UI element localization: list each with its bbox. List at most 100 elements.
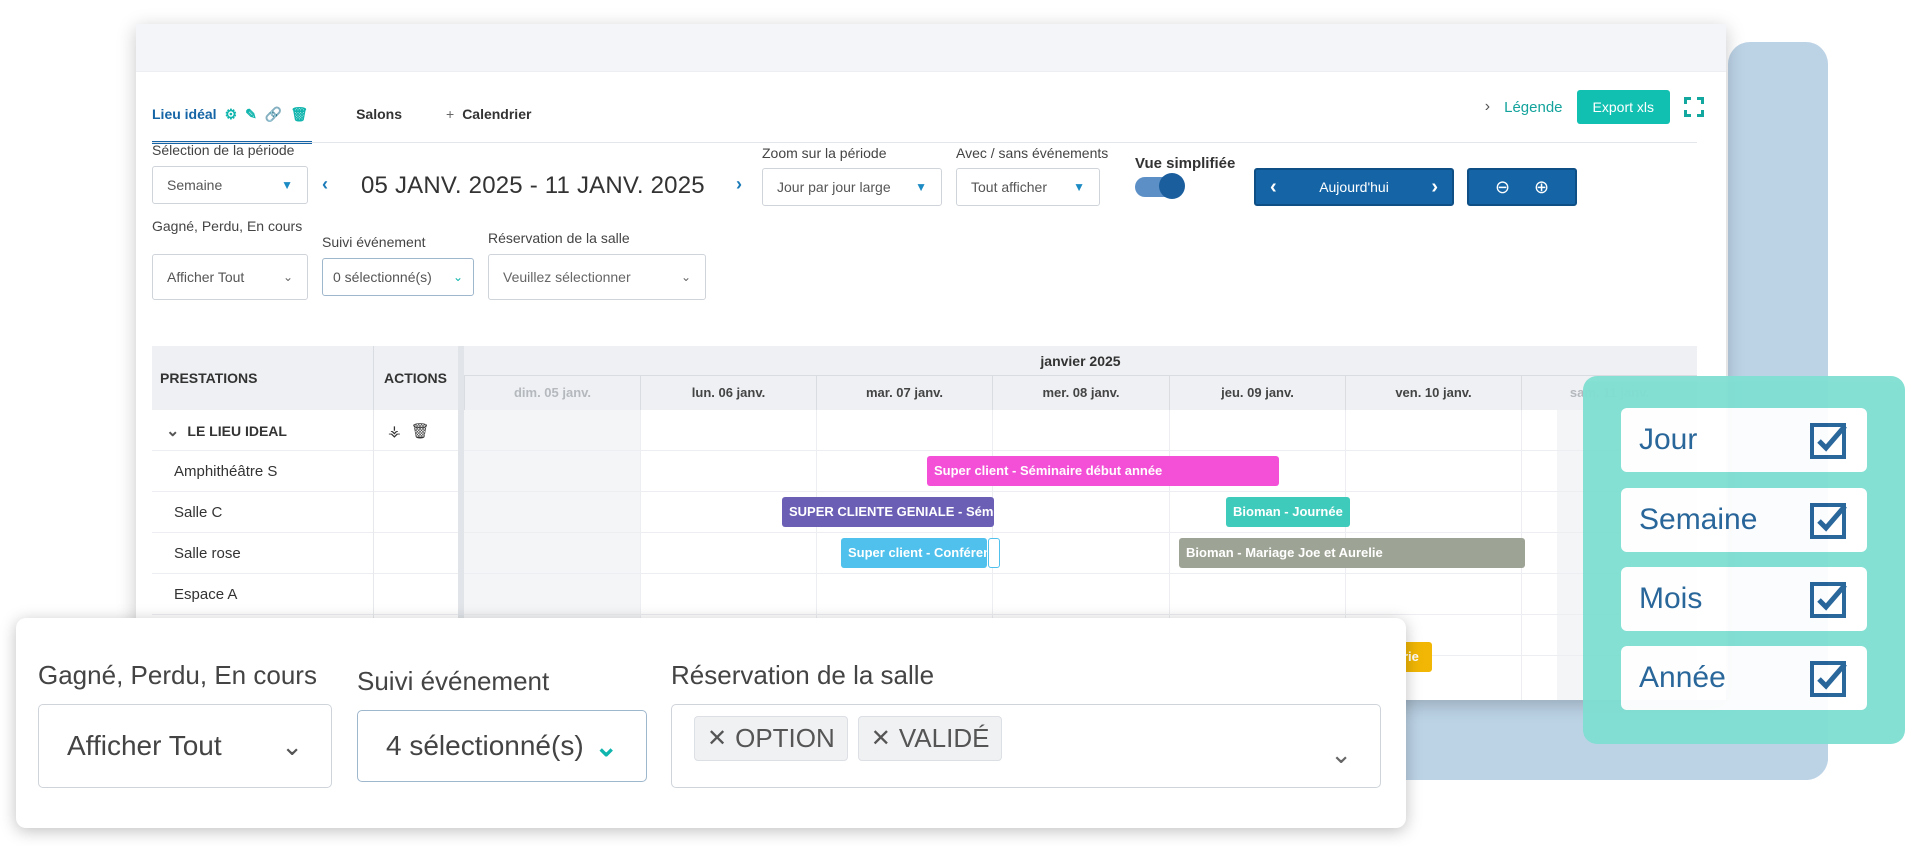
- view-option-annee[interactable]: Année: [1621, 646, 1867, 710]
- status-label: Gagné, Perdu, En cours: [152, 218, 303, 234]
- zoom-buttons: ⊖ ⊕: [1467, 168, 1577, 206]
- view-option-semaine[interactable]: Semaine: [1621, 488, 1867, 552]
- chevron-down-icon: ⌄: [680, 270, 691, 284]
- events-value: Tout afficher: [971, 179, 1048, 195]
- chevron-right-icon[interactable]: ›: [1431, 176, 1438, 199]
- event-bar[interactable]: Bioman - Journée: [1226, 497, 1350, 527]
- day-header: ven. 10 janv.: [1345, 376, 1521, 410]
- group-name: ⌄ LE LIEU IDEAL: [152, 410, 374, 451]
- toolbar-right: › Légende Export xls: [1485, 90, 1704, 124]
- option-label: Jour: [1639, 423, 1698, 456]
- option-label: Année: [1639, 661, 1726, 694]
- room-name: Salle C: [152, 492, 374, 533]
- chevron-down-icon: ⌄: [594, 730, 618, 762]
- followup-value: 4 sélectionné(s): [386, 730, 584, 761]
- followup-label: Suivi événement: [322, 234, 426, 250]
- view-option-mois[interactable]: Mois: [1621, 567, 1867, 631]
- link-icon[interactable]: 🔗: [265, 106, 282, 123]
- chip-label: VALIDÉ: [898, 722, 990, 753]
- zoom-in-icon[interactable]: ⊕: [1534, 177, 1549, 198]
- status-select[interactable]: Afficher Tout ⌄: [152, 254, 308, 300]
- tab-label: Salons: [356, 106, 402, 122]
- day-header: dim. 05 janv.: [464, 376, 640, 410]
- view-option-jour[interactable]: Jour: [1621, 408, 1867, 472]
- row-actions: [374, 533, 464, 574]
- status-select[interactable]: Afficher Tout ⌄: [38, 704, 332, 788]
- tab-salons[interactable]: Salons: [356, 84, 402, 144]
- tab-calendrier[interactable]: + Calendrier: [446, 84, 531, 144]
- day-header: lun. 06 janv.: [640, 376, 816, 410]
- next-period-arrow[interactable]: ›: [736, 174, 742, 195]
- option-label: Semaine: [1639, 503, 1758, 536]
- booking-select[interactable]: ✕ OPTION ✕ VALIDÉ ⌄: [671, 704, 1381, 788]
- status-label: Gagné, Perdu, En cours: [38, 660, 317, 690]
- chevron-down-icon[interactable]: ⌄: [166, 421, 179, 441]
- period-value: Semaine: [167, 177, 223, 193]
- window-topbar: [136, 24, 1726, 72]
- toggle-knob: [1159, 173, 1185, 199]
- zoom-select[interactable]: Jour par jour large ▼: [762, 168, 942, 206]
- close-icon[interactable]: ✕: [707, 724, 727, 753]
- legend-link[interactable]: Légende: [1504, 99, 1562, 116]
- group-actions: ⚶ 🗑: [374, 410, 464, 451]
- followup-select[interactable]: 4 sélectionné(s) ⌄: [357, 710, 647, 782]
- event-bar-small[interactable]: [988, 538, 1000, 568]
- period-title: 05 JANV. 2025 - 11 JANV. 2025: [361, 172, 705, 199]
- group-label: LE LIEU IDEAL: [187, 422, 287, 439]
- table-row[interactable]: Espace A: [152, 574, 1697, 615]
- day-header: jeu. 09 janv.: [1169, 376, 1345, 410]
- booking-select[interactable]: Veuillez sélectionner ⌄: [488, 254, 706, 300]
- day-header: mar. 07 janv.: [816, 376, 992, 410]
- checkbox-checked-icon[interactable]: [1809, 579, 1849, 619]
- fullscreen-icon[interactable]: [1684, 97, 1704, 117]
- events-label: Avec / sans événements: [956, 145, 1109, 161]
- close-icon[interactable]: ✕: [871, 724, 891, 753]
- tab-label: Calendrier: [462, 106, 532, 122]
- export-xls-button[interactable]: Export xls: [1576, 90, 1670, 124]
- row-actions: [374, 574, 464, 615]
- actions-header: ACTIONS: [374, 346, 464, 410]
- checkbox-checked-icon[interactable]: [1809, 420, 1849, 460]
- row-actions: [374, 451, 464, 492]
- group-row[interactable]: ⌄ LE LIEU IDEAL ⚶ 🗑: [152, 410, 1697, 451]
- chevron-left-icon[interactable]: ‹: [1270, 176, 1277, 199]
- tab-lieu-ideal[interactable]: Lieu idéal ⚙ ✎ 🔗 🗑: [152, 84, 313, 144]
- followup-value: 0 sélectionné(s): [333, 269, 432, 285]
- gear-icon[interactable]: ⚙: [225, 106, 238, 123]
- event-bar[interactable]: Super client - Conférence: [841, 538, 987, 568]
- day-header: mer. 08 janv.: [992, 376, 1169, 410]
- event-bar[interactable]: SUPER CLIENTE GENIALE - Séminaire: [782, 497, 994, 527]
- view-options-panel: Jour Semaine Mois Année: [1583, 376, 1905, 744]
- hierarchy-icon[interactable]: ⚶: [388, 422, 401, 440]
- chevron-down-icon: ▼: [281, 178, 293, 192]
- chevron-down-icon: ▼: [915, 180, 927, 194]
- booking-label: Réservation de la salle: [671, 660, 935, 690]
- chip-label: OPTION: [735, 722, 835, 753]
- prev-period-arrow[interactable]: ‹: [322, 174, 328, 195]
- booking-label: Réservation de la salle: [488, 230, 630, 246]
- trash-icon[interactable]: 🗑: [411, 422, 430, 440]
- event-bar[interactable]: Super client - Séminaire début année: [927, 456, 1279, 486]
- tab-underline: [152, 142, 1697, 143]
- today-button[interactable]: Aujourd'hui: [1319, 179, 1389, 195]
- checkbox-checked-icon[interactable]: [1809, 500, 1849, 540]
- trash-icon[interactable]: 🗑: [290, 106, 308, 123]
- tab-bar: Lieu idéal ⚙ ✎ 🔗 🗑 Salons + Calendrier: [152, 84, 575, 144]
- followup-select[interactable]: 0 sélectionné(s) ⌄: [322, 258, 474, 296]
- plus-icon: +: [446, 106, 455, 122]
- period-select[interactable]: Semaine ▼: [152, 166, 308, 204]
- app-window: Lieu idéal ⚙ ✎ 🔗 🗑 Salons + Calendrier ›…: [136, 24, 1726, 700]
- chevron-right-icon[interactable]: ›: [1485, 98, 1490, 116]
- zoom-out-icon[interactable]: ⊖: [1495, 177, 1510, 198]
- chip-list: ✕ OPTION ✕ VALIDÉ: [694, 715, 1012, 761]
- table-row[interactable]: Amphithéâtre S: [152, 451, 1697, 492]
- pencil-icon[interactable]: ✎: [245, 106, 257, 123]
- zoom-label: Zoom sur la période: [762, 145, 887, 161]
- tab-label: Lieu idéal: [152, 106, 217, 122]
- events-select[interactable]: Tout afficher ▼: [956, 168, 1100, 206]
- checkbox-checked-icon[interactable]: [1809, 658, 1849, 698]
- booking-placeholder: Veuillez sélectionner: [503, 269, 631, 285]
- event-bar[interactable]: Bioman - Mariage Joe et Aurelie: [1179, 538, 1525, 568]
- simplified-view-toggle[interactable]: [1135, 173, 1185, 199]
- simplified-view-label: Vue simplifiée: [1135, 155, 1236, 172]
